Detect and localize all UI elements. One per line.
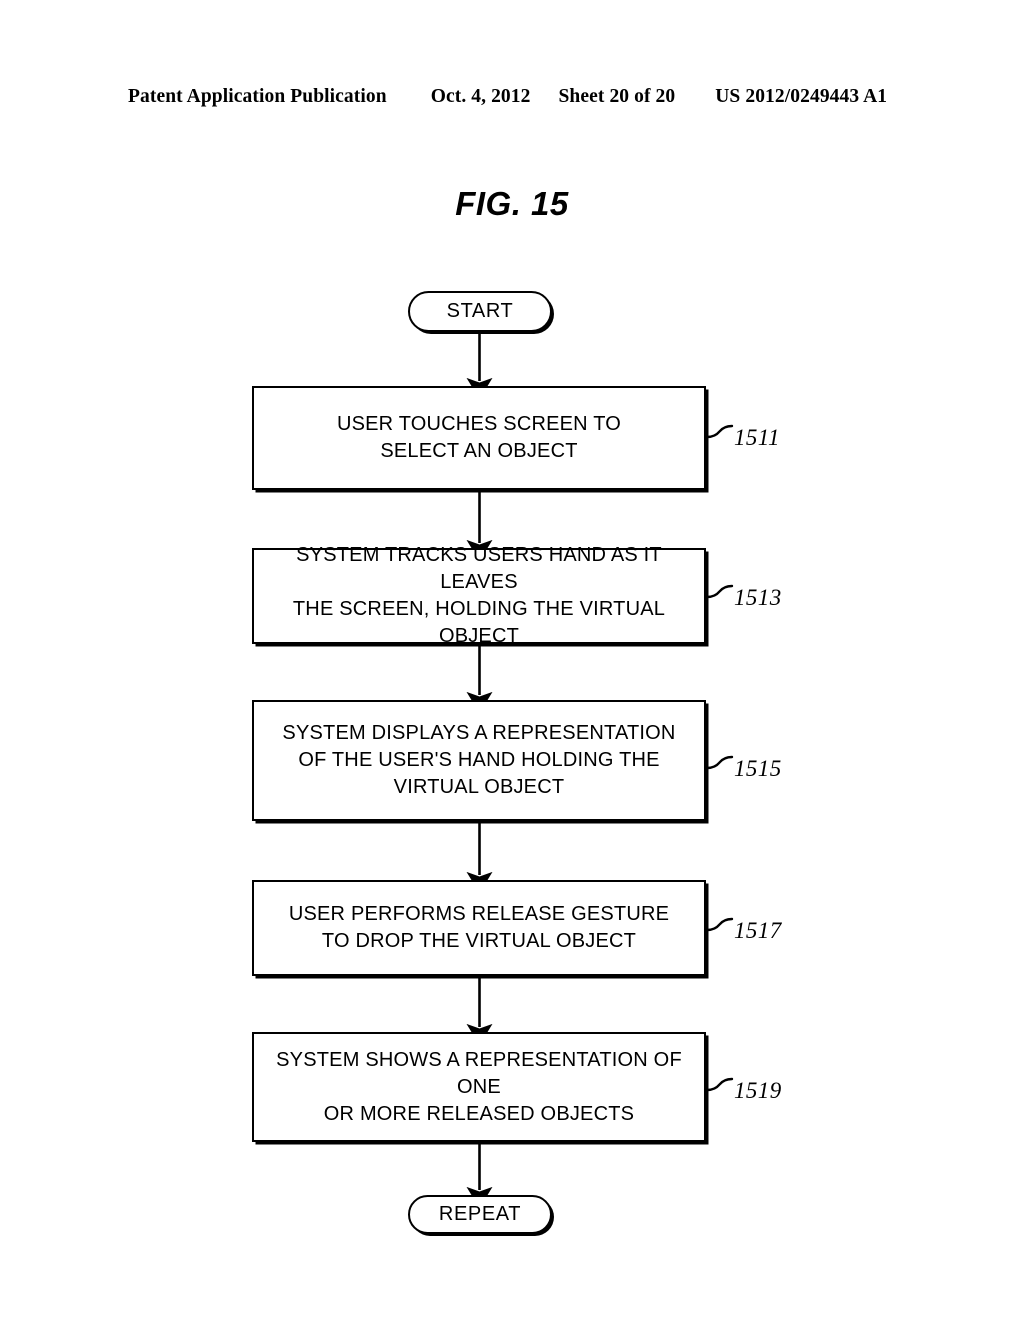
flow-node-repeat-label: REPEAT [438, 1203, 522, 1225]
flow-node-1517-label: USER PERFORMS RELEASE GESTURE TO DROP TH… [288, 903, 670, 952]
flow-node-start-label: START [446, 300, 514, 322]
flow-node-1515-label: SYSTEM DISPLAYS A REPRESENTATION OF THE … [282, 722, 676, 798]
reference-numeral-1511: 1511 [734, 425, 780, 450]
reference-numeral-1515: 1515 [734, 756, 782, 781]
leader-line-1517 [705, 917, 734, 932]
flow-node-1513[interactable]: SYSTEM TRACKS USERS HAND AS IT LEAVES TH… [252, 544, 706, 647]
flowchart-diagram: START USER TOUCHES SCREEN TO SELECT AN O… [0, 0, 1024, 1320]
flow-node-1511-label: USER TOUCHES SCREEN TO SELECT AN OBJECT [336, 413, 622, 462]
reference-numeral-1517: 1517 [734, 918, 782, 943]
reference-numeral-1519: 1519 [734, 1078, 782, 1103]
reference-numeral-1513: 1513 [734, 585, 782, 610]
flow-node-start[interactable]: START [408, 291, 552, 332]
flow-node-1515[interactable]: SYSTEM DISPLAYS A REPRESENTATION OF THE … [252, 700, 706, 821]
flow-node-1519[interactable]: SYSTEM SHOWS A REPRESENTATION OF ONE OR … [252, 1032, 706, 1142]
flow-node-1513-label: SYSTEM TRACKS USERS HAND AS IT LEAVES TH… [292, 544, 666, 647]
flow-node-1517[interactable]: USER PERFORMS RELEASE GESTURE TO DROP TH… [252, 880, 706, 976]
leader-line-1511 [705, 424, 734, 439]
leader-line-1515 [705, 755, 734, 770]
flow-node-repeat[interactable]: REPEAT [408, 1195, 552, 1234]
leader-line-1513 [705, 584, 734, 599]
flow-node-1519-label: SYSTEM SHOWS A REPRESENTATION OF ONE OR … [276, 1048, 682, 1125]
leader-line-1519 [705, 1077, 734, 1092]
flow-node-1511[interactable]: USER TOUCHES SCREEN TO SELECT AN OBJECT [252, 386, 706, 490]
